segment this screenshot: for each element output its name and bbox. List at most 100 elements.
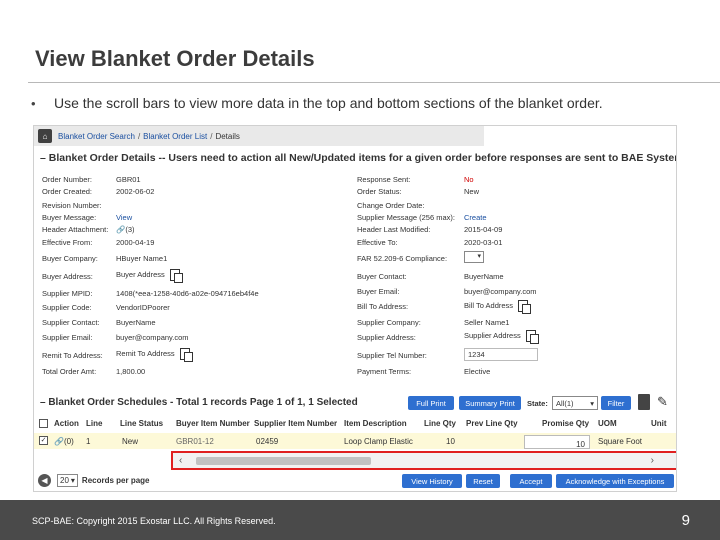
field-label: Buyer Contact:	[357, 272, 407, 281]
field-supplier-mpid: Supplier MPID:	[42, 289, 92, 298]
footer-bar: SCP-BAE: Copyright 2015 Exostar LLC. All…	[0, 500, 720, 540]
field-response-sent: Response Sent:	[357, 175, 410, 184]
row-uom: Square Foot	[598, 437, 643, 446]
schedules-section-header[interactable]: – Blanket Order Schedules - Total 1 reco…	[40, 397, 358, 408]
field-effective-from: Effective From:	[42, 238, 92, 247]
field-label: Bill To Address:	[357, 302, 409, 311]
promise-qty-input[interactable]: 10	[524, 435, 590, 449]
breadcrumb-list-link[interactable]: Blanket Order List	[143, 132, 207, 141]
field-far-compliance: FAR 52.209-6 Compliance:	[357, 254, 447, 263]
title-divider	[28, 82, 720, 83]
previous-page-icon[interactable]: ◀	[38, 473, 51, 487]
field-label: Revision Number:	[42, 201, 102, 210]
field-change-order-date: Change Order Date:	[357, 201, 425, 210]
copy-icon[interactable]	[525, 330, 539, 344]
supplier-message-create-link[interactable]: Create	[464, 213, 487, 222]
field-buyer-company: Buyer Company:	[42, 254, 98, 263]
pager: ◀ 20 ▾ Records per page	[38, 472, 150, 488]
buyer-message-view-link[interactable]: View	[116, 213, 132, 222]
field-supplier-tel-number: Supplier Tel Number:	[357, 351, 427, 360]
details-section-header[interactable]: – Blanket Order Details -- Users need to…	[40, 152, 676, 164]
records-per-page-select[interactable]: 20 ▾	[57, 473, 78, 487]
per-page-value: 20	[60, 475, 69, 485]
field-order-number: Order Number:	[42, 175, 92, 184]
field-label: Buyer Address:	[42, 272, 93, 281]
column-header-line-qty: Line Qty	[424, 419, 457, 428]
field-label: Supplier Message (256 max):	[357, 213, 455, 222]
field-label: Buyer Company:	[42, 254, 98, 263]
field-supplier-email: Supplier Email:	[42, 333, 92, 342]
field-header-last-modified: Header Last Modified:	[357, 225, 430, 234]
field-label: Supplier Address:	[357, 333, 416, 342]
full-print-button[interactable]: Full Print	[408, 396, 454, 410]
field-label: Payment Terms:	[357, 367, 412, 376]
copy-icon[interactable]	[518, 300, 532, 314]
field-revision-number: Revision Number:	[42, 201, 102, 210]
field-supplier-contact: Supplier Contact:	[42, 318, 100, 327]
edit-icon[interactable]: ✎	[657, 394, 668, 410]
copy-icon[interactable]	[179, 348, 193, 362]
effective-from-value: 2000-04-19	[116, 238, 155, 247]
row-attachment[interactable]: 🔗(0)	[54, 437, 74, 446]
row-checkbox[interactable]: ✓	[39, 436, 48, 445]
column-header-buyer-item-number: Buyer Item Number	[176, 419, 250, 428]
scroll-right-icon[interactable]: ›	[651, 455, 654, 466]
remit-to-address-value: Remit To Address	[116, 348, 193, 362]
supplier-email-value: buyer@company.com	[116, 333, 189, 342]
field-label: Total Order Amt:	[42, 367, 97, 376]
horizontal-scrollbar[interactable]: ‹ ›	[171, 451, 676, 470]
acknowledge-with-exceptions-button[interactable]: Acknowledge with Exceptions	[556, 474, 674, 488]
paperclip-icon: 🔗	[54, 437, 64, 446]
field-label: Supplier Company:	[357, 318, 421, 327]
field-remit-to-address: Remit To Address:	[42, 351, 103, 360]
field-effective-to: Effective To:	[357, 238, 398, 247]
field-supplier-company: Supplier Company:	[357, 318, 421, 327]
schedules-table-header: Action Line Line Status Buyer Item Numbe…	[34, 416, 676, 430]
field-label: Supplier Code:	[42, 303, 92, 312]
breadcrumb-separator: /	[137, 131, 141, 141]
attachment-count: (3)	[125, 225, 135, 234]
select-all-checkbox[interactable]	[39, 419, 48, 428]
order-created-value: 2002-06-02	[116, 187, 155, 196]
scroll-left-icon[interactable]: ‹	[179, 455, 182, 466]
reset-button[interactable]: Reset	[466, 474, 500, 488]
field-buyer-address: Buyer Address:	[42, 272, 93, 281]
breadcrumb-search-link[interactable]: Blanket Order Search	[58, 132, 135, 141]
bullet-text: Use the scroll bars to view more data in…	[54, 95, 603, 111]
field-supplier-message: Supplier Message (256 max):	[357, 213, 455, 222]
field-buyer-contact: Buyer Contact:	[357, 272, 407, 281]
view-history-button[interactable]: View History	[402, 474, 462, 488]
supplier-tel-input[interactable]: 1234	[464, 348, 538, 361]
export-icon[interactable]	[638, 394, 650, 410]
home-icon[interactable]: ⌂	[38, 129, 52, 143]
copy-icon[interactable]	[169, 269, 183, 283]
field-order-status: Order Status:	[357, 187, 402, 196]
field-header-attachment: Header Attachment:	[42, 225, 108, 234]
field-label: Effective From:	[42, 238, 93, 247]
paperclip-icon: 🔗	[116, 225, 126, 234]
accept-button[interactable]: Accept	[510, 474, 552, 488]
state-select[interactable]: All(1) ▾	[552, 396, 598, 410]
field-supplier-address: Supplier Address:	[357, 333, 416, 342]
header-attachment-link[interactable]: 🔗(3)	[116, 225, 135, 234]
far-compliance-select[interactable]: ▾	[464, 251, 484, 263]
summary-print-button[interactable]: Summary Print	[459, 396, 521, 410]
records-per-page-label: Records per page	[81, 475, 150, 485]
filter-button[interactable]: Filter	[601, 396, 631, 410]
supplier-contact-value: BuyerName	[116, 318, 156, 327]
field-label: Supplier MPID:	[42, 289, 93, 298]
row-item-description: Loop Clamp Elastic	[344, 437, 413, 446]
row-status: New	[122, 437, 139, 446]
header-last-modified-value: 2015-04-09	[464, 225, 503, 234]
field-label: Order Created:	[42, 187, 93, 196]
buyer-contact-value: BuyerName	[464, 272, 504, 281]
scroll-thumb[interactable]	[196, 457, 371, 465]
page-number: 9	[681, 512, 690, 529]
column-header-promise-qty: Promise Qty	[542, 419, 590, 428]
chevron-down-icon: ▾	[590, 398, 594, 408]
row-buyer-item-number: GBR01-12	[176, 437, 214, 446]
table-row[interactable]: ✓ 🔗(0) 1 New GBR01-12 02459 Loop Clamp E…	[34, 433, 676, 449]
column-header-line: Line	[86, 419, 103, 428]
supplier-code-value: VendorIDPoorer	[116, 303, 170, 312]
field-label: Effective To:	[357, 238, 398, 247]
